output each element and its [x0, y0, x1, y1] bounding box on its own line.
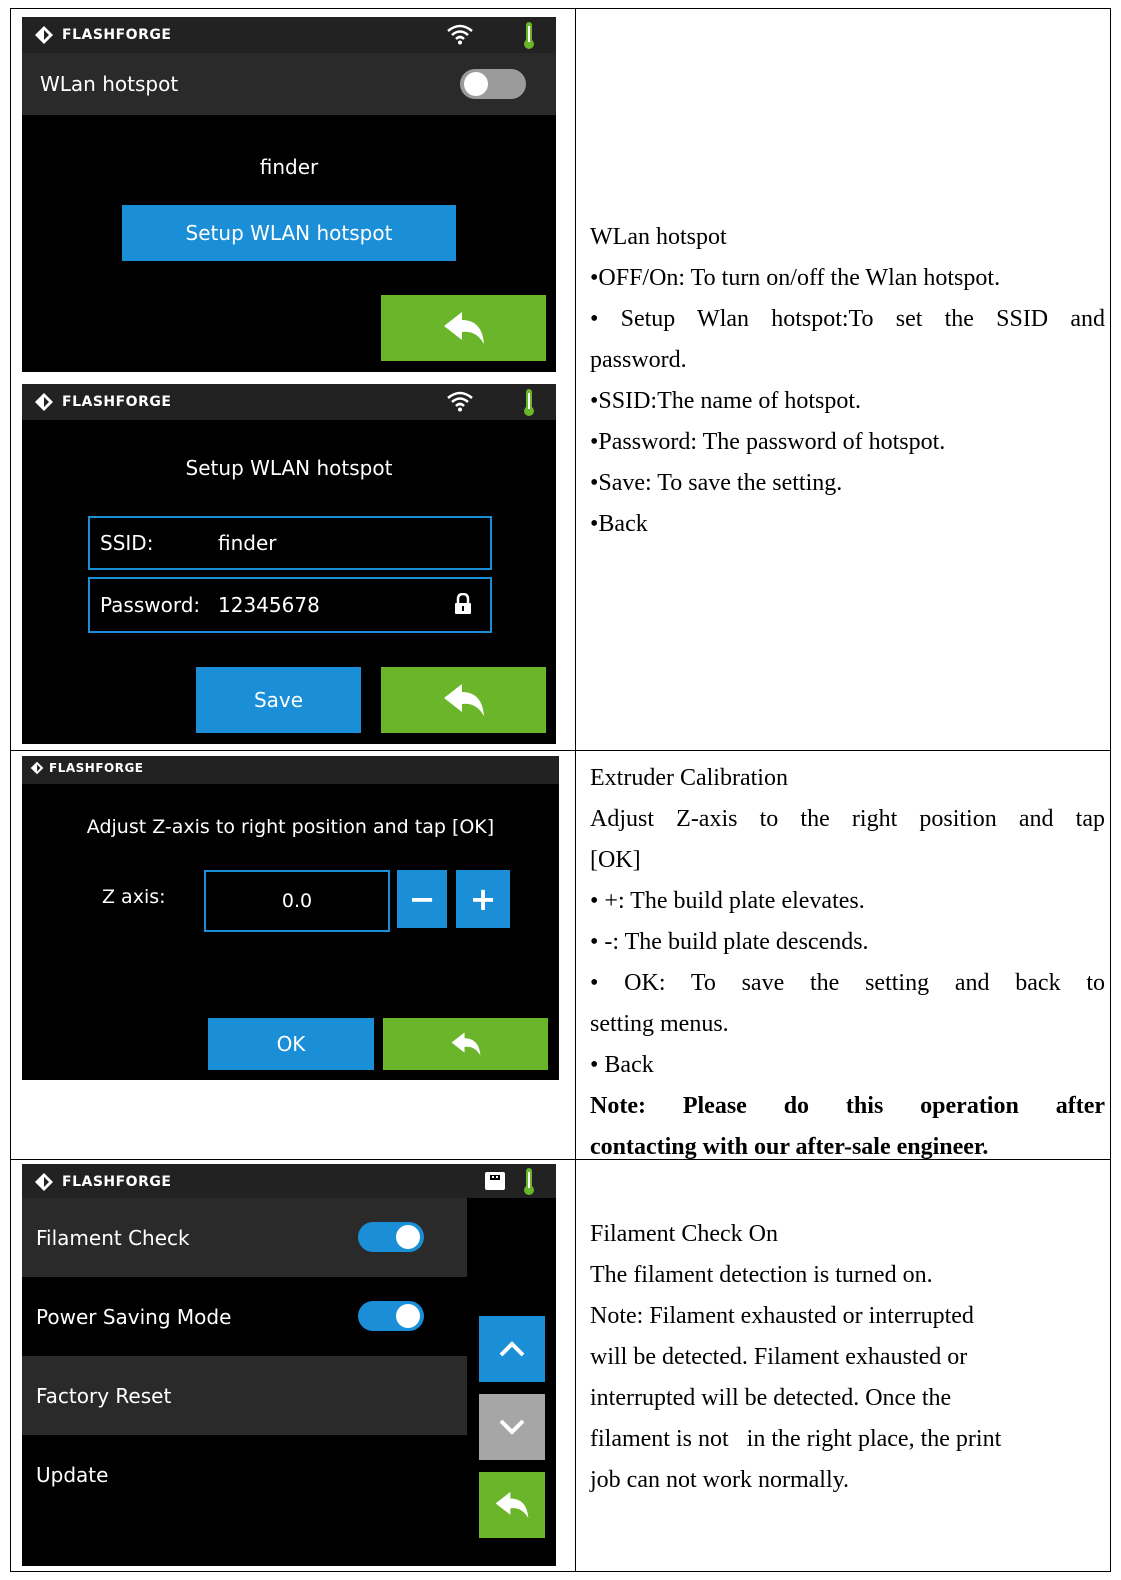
- z-axis-value: 0.0: [281, 890, 313, 912]
- status-bar: FLASHFORGE: [22, 756, 559, 784]
- brand-name: FLASHFORGE: [62, 1174, 172, 1190]
- password-label: Password:: [100, 593, 201, 617]
- flashforge-logo-icon: [35, 1173, 53, 1191]
- ssid-label: SSID:: [100, 531, 154, 555]
- status-bar: FLASHFORGE: [22, 384, 556, 420]
- thermometer-icon: [524, 389, 534, 416]
- filament-check-label: Filament Check: [36, 1225, 190, 1250]
- z-axis-value-field: 0.0: [204, 870, 390, 932]
- setup-wlan-hotspot-button[interactable]: Setup WLAN hotspot: [122, 205, 456, 261]
- calibration-note-cont: contacting with our after-sale engineer.: [590, 1134, 989, 1160]
- status-bar: FLASHFORGE: [22, 1164, 556, 1198]
- brand-name: FLASHFORGE: [62, 27, 172, 43]
- filament-description: Filament Check On The filament detection…: [590, 1214, 1105, 1501]
- brand-name: FLASHFORGE: [49, 761, 144, 775]
- wlan-hotspot-row[interactable]: WLan hotspot: [22, 53, 556, 115]
- thermometer-icon: [524, 1168, 534, 1195]
- calibration-line: Adjust Z-axis to the right position and …: [590, 806, 1105, 832]
- calibration-ok-line: • OK: To save the setting and back to: [590, 970, 1105, 996]
- setup-wlan-screen: FLASHFORGE Setup WLAN hotspot SSID: find…: [22, 384, 556, 744]
- calibration-ok-line-cont: setting menus.: [590, 1011, 729, 1037]
- filament-check-toggle[interactable]: [358, 1222, 424, 1252]
- thermometer-icon: [524, 22, 534, 49]
- filament-note-line: job can not work normally.: [590, 1467, 850, 1493]
- chevron-down-icon: [499, 1419, 525, 1435]
- calibration-note: Note: Please do this operation after: [590, 1093, 1105, 1119]
- wifi-icon: [447, 24, 473, 45]
- usb-icon: [485, 1172, 505, 1190]
- save-button[interactable]: Save: [196, 667, 361, 733]
- ssid-field[interactable]: SSID: finder: [88, 516, 492, 570]
- page-title: Setup WLAN hotspot: [185, 456, 393, 480]
- wlan-on-off-line: •OFF/On: To turn on/off the Wlan hotspot…: [590, 265, 1001, 291]
- extruder-calibration-screen: FLASHFORGE Adjust Z-axis to right positi…: [22, 756, 559, 1080]
- back-button[interactable]: [479, 1472, 545, 1538]
- power-saving-label: Power Saving Mode: [36, 1304, 232, 1329]
- z-axis-label: Z axis:: [102, 886, 166, 908]
- calibration-back-line: • Back: [590, 1052, 654, 1078]
- wlan-setup-line-cont: password.: [590, 347, 687, 373]
- update-row[interactable]: Update: [22, 1435, 467, 1514]
- brand-logo: FLASHFORGE: [34, 1172, 171, 1192]
- wlan-save-line: •Save: To save the setting.: [590, 470, 843, 496]
- wlan-hotspot-toggle[interactable]: [460, 69, 526, 99]
- back-button[interactable]: [381, 667, 546, 733]
- brand-logo: FLASHFORGE: [30, 761, 144, 775]
- filament-heading: Filament Check On: [590, 1221, 778, 1247]
- wlan-back-line: •Back: [590, 511, 648, 537]
- wlan-ssid-line: •SSID:The name of hotspot.: [590, 388, 862, 414]
- password-field[interactable]: Password: 12345678: [88, 577, 492, 633]
- filament-note-line: filament is not in the right place, the …: [590, 1426, 1002, 1452]
- power-saving-row[interactable]: Power Saving Mode: [22, 1277, 467, 1356]
- row-divider: [11, 750, 1110, 751]
- wlan-heading: WLan hotspot: [590, 224, 727, 250]
- password-value: 12345678: [218, 593, 320, 617]
- calibration-line-cont: [OK]: [590, 847, 641, 873]
- flashforge-logo-icon: [35, 26, 53, 44]
- filament-line: The filament detection is turned on.: [590, 1262, 933, 1288]
- filament-check-row[interactable]: Filament Check: [22, 1198, 467, 1277]
- decrease-z-button[interactable]: −: [397, 870, 447, 928]
- scroll-up-button[interactable]: [479, 1316, 545, 1382]
- wlan-hotspot-label: WLan hotspot: [40, 72, 179, 96]
- back-arrow-icon: [443, 684, 484, 716]
- back-button[interactable]: [383, 1018, 548, 1070]
- wlan-hotspot-screen: FLASHFORGE WLan hotspot finder Setup WLA…: [22, 17, 556, 372]
- back-arrow-icon: [451, 1032, 480, 1056]
- brand-logo: FLASHFORGE: [34, 25, 171, 45]
- filament-settings-screen: FLASHFORGE Filament Check Power Saving M…: [22, 1164, 556, 1566]
- power-saving-toggle[interactable]: [358, 1301, 424, 1331]
- calibration-heading: Extruder Calibration: [590, 765, 788, 791]
- wlan-description: WLan hotspot •OFF/On: To turn on/off the…: [590, 217, 1105, 545]
- flashforge-logo-icon: [35, 393, 53, 411]
- hotspot-name: finder: [259, 155, 319, 179]
- wlan-password-line: •Password: The password of hotspot.: [590, 429, 946, 455]
- calibration-plus-line: • +: The build plate elevates.: [590, 888, 865, 914]
- calibration-description: Extruder Calibration Adjust Z-axis to th…: [590, 758, 1105, 1168]
- ok-button[interactable]: OK: [208, 1018, 374, 1070]
- factory-reset-row[interactable]: Factory Reset: [22, 1356, 467, 1435]
- status-bar: FLASHFORGE: [22, 17, 556, 53]
- lock-icon[interactable]: [454, 593, 472, 615]
- chevron-up-icon: [499, 1341, 525, 1357]
- back-arrow-icon: [443, 312, 484, 344]
- back-button[interactable]: [381, 295, 546, 361]
- increase-z-button[interactable]: +: [456, 870, 510, 928]
- update-label: Update: [36, 1462, 109, 1487]
- flashforge-logo-icon: [30, 761, 44, 775]
- filament-note-line: Note: Filament exhausted or interrupted: [590, 1303, 974, 1329]
- brand-logo: FLASHFORGE: [34, 392, 171, 412]
- back-arrow-icon: [495, 1491, 529, 1519]
- calibration-minus-line: • -: The build plate descends.: [590, 929, 869, 955]
- filament-note-line: will be detected. Filament exhausted or: [590, 1344, 968, 1370]
- calibration-instruction: Adjust Z-axis to right position and tap …: [86, 816, 495, 838]
- column-divider: [575, 9, 576, 1571]
- filament-note-line: interrupted will be detected. Once the: [590, 1385, 952, 1411]
- wlan-setup-line: • Setup Wlan hotspot:To set the SSID and: [590, 306, 1105, 332]
- scroll-down-button[interactable]: [479, 1394, 545, 1460]
- wifi-icon: [447, 391, 473, 412]
- factory-reset-label: Factory Reset: [36, 1383, 172, 1408]
- brand-name: FLASHFORGE: [62, 394, 172, 410]
- ssid-value: finder: [218, 531, 277, 555]
